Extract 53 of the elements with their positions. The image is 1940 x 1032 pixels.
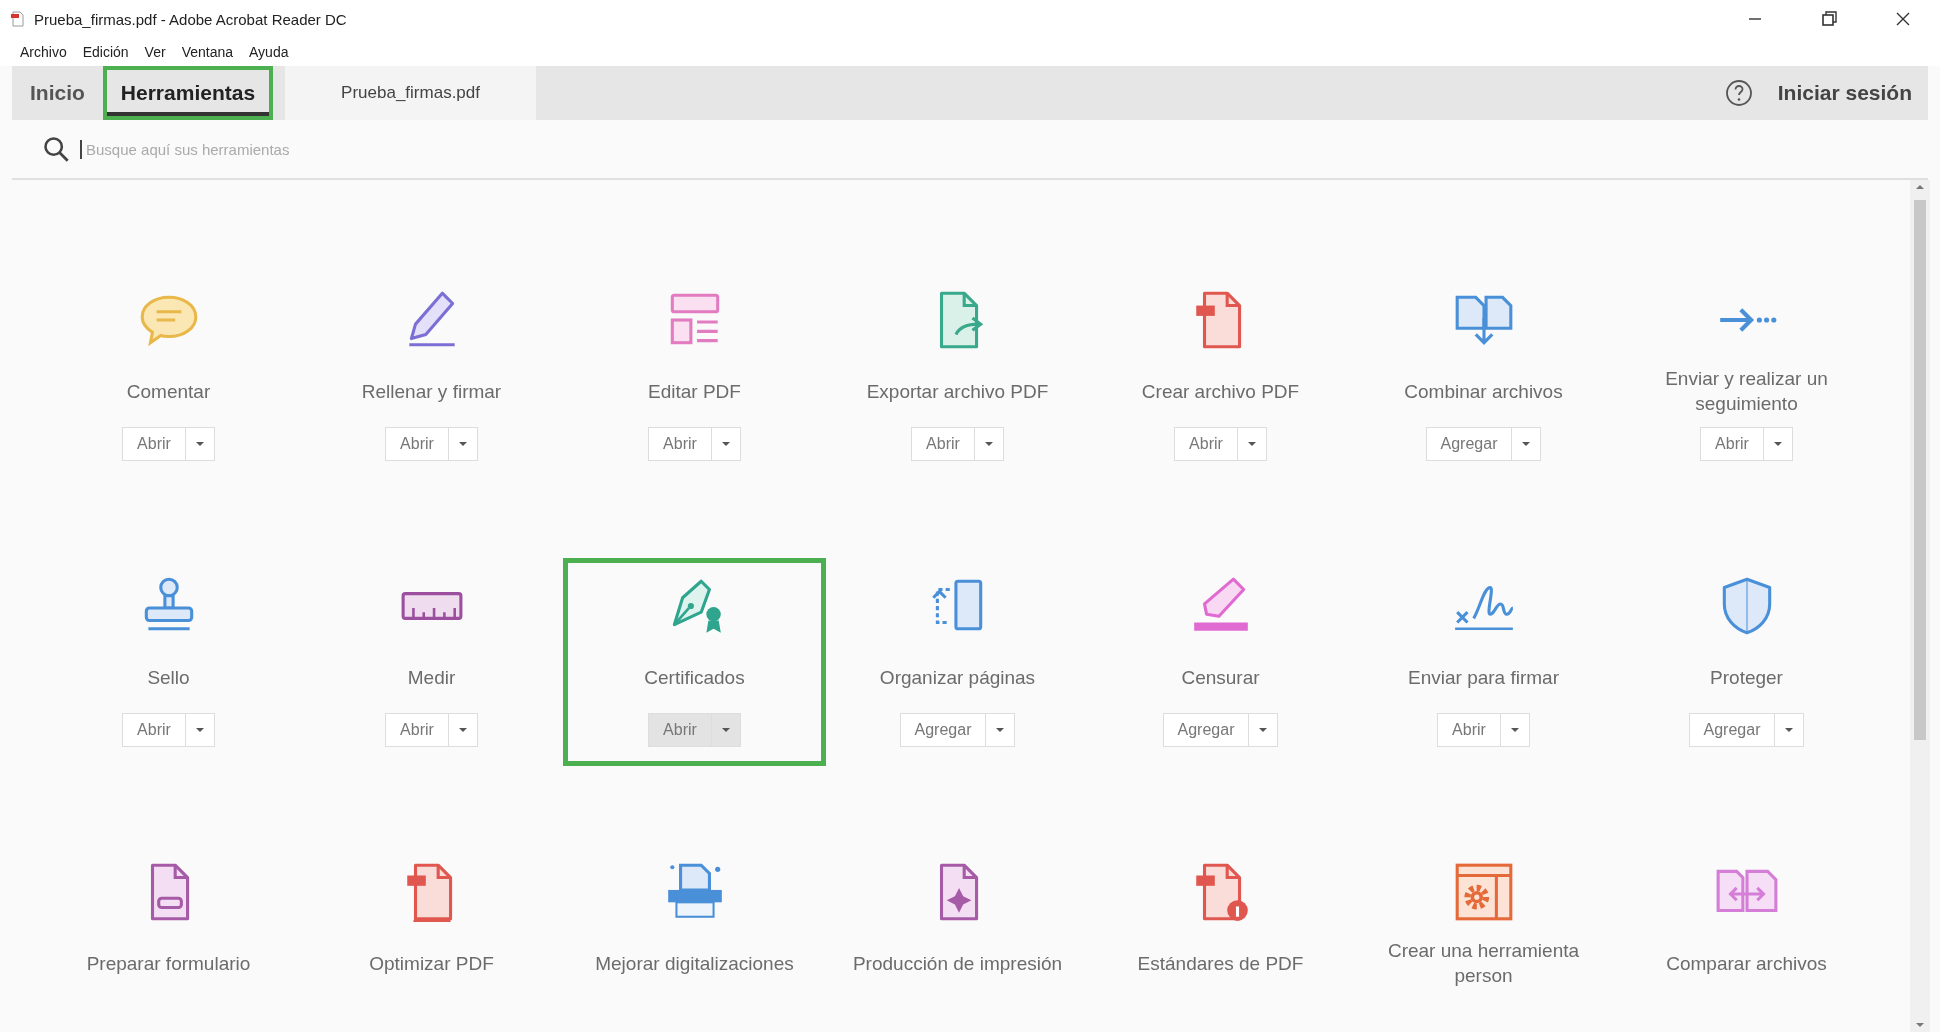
search-field[interactable]: Busque aquí sus herramientas xyxy=(80,139,488,159)
tool-label[interactable]: Comentar xyxy=(126,378,211,404)
menu-item[interactable]: Ventana xyxy=(181,44,233,60)
tool-label[interactable]: Combinar archivos xyxy=(1404,378,1563,404)
tool-label[interactable]: Optimizar PDF xyxy=(369,950,494,976)
tool-label[interactable]: Comparar archivos xyxy=(1666,950,1827,976)
sign-in-link[interactable]: Iniciar sesión xyxy=(1777,81,1912,105)
caret-icon xyxy=(1258,727,1269,733)
restore-icon[interactable] xyxy=(1819,9,1839,29)
tool-label[interactable]: Sello xyxy=(147,664,190,690)
menu-item[interactable]: Edición xyxy=(82,44,129,60)
caret-icon xyxy=(1772,441,1783,447)
help-icon[interactable] xyxy=(1723,78,1754,108)
scrollbar[interactable] xyxy=(1910,180,1930,1032)
caret-icon xyxy=(194,727,205,733)
caret-icon xyxy=(720,441,731,447)
tool-label[interactable]: Crear archivo PDF xyxy=(1141,378,1300,404)
tool-label[interactable]: Enviar y realizar un seguimiento xyxy=(1641,366,1852,416)
tool-label[interactable]: Editar PDF xyxy=(648,378,741,404)
tab[interactable]: Herramientas xyxy=(102,66,274,120)
tool-label[interactable]: Organizar páginas xyxy=(879,664,1036,690)
tool-label[interactable]: Medir xyxy=(407,664,456,690)
scroll-up-icon[interactable] xyxy=(1915,184,1925,190)
tool-label[interactable]: Proteger xyxy=(1710,664,1783,690)
tool-label[interactable]: Estándares de PDF xyxy=(1137,950,1304,976)
caret-icon xyxy=(194,441,205,447)
caret-icon xyxy=(720,727,731,733)
tool-label[interactable]: Producción de impresión xyxy=(852,950,1063,976)
caret-icon xyxy=(983,441,994,447)
caret-icon xyxy=(995,727,1006,733)
caret-icon xyxy=(457,441,468,447)
tool-label[interactable]: Certificados xyxy=(644,664,745,690)
menu-item[interactable]: Ver xyxy=(144,44,166,60)
search-icon xyxy=(42,135,70,163)
tool-label[interactable]: Censurar xyxy=(1181,664,1260,690)
tool-label[interactable]: Enviar para firmar xyxy=(1408,664,1559,690)
caret-icon xyxy=(1246,441,1257,447)
caret-icon xyxy=(1784,727,1795,733)
tool-label[interactable]: Rellenar y firmar xyxy=(361,378,502,404)
caret-icon xyxy=(1509,727,1520,733)
tool-label[interactable]: Mejorar digitalizaciones xyxy=(595,950,794,976)
scroll-down-icon[interactable] xyxy=(1915,1022,1925,1028)
tab[interactable]: Inicio xyxy=(12,66,103,120)
caret-icon xyxy=(1521,441,1532,447)
menu-item[interactable]: Ayuda xyxy=(249,44,289,60)
menu-item[interactable]: Archivo xyxy=(20,44,67,60)
window-title: Prueba_firmas.pdf - Adobe Acrobat Reader DC xyxy=(34,10,347,28)
tool-label[interactable]: Preparar formulario xyxy=(86,950,251,976)
tool-label[interactable]: Crear una herramienta person xyxy=(1378,938,1589,988)
tool-label[interactable]: Exportar archivo PDF xyxy=(866,378,1049,404)
pdf-file-icon xyxy=(10,11,26,27)
tab[interactable]: Prueba_firmas.pdf xyxy=(285,66,536,120)
caret-icon xyxy=(457,727,468,733)
